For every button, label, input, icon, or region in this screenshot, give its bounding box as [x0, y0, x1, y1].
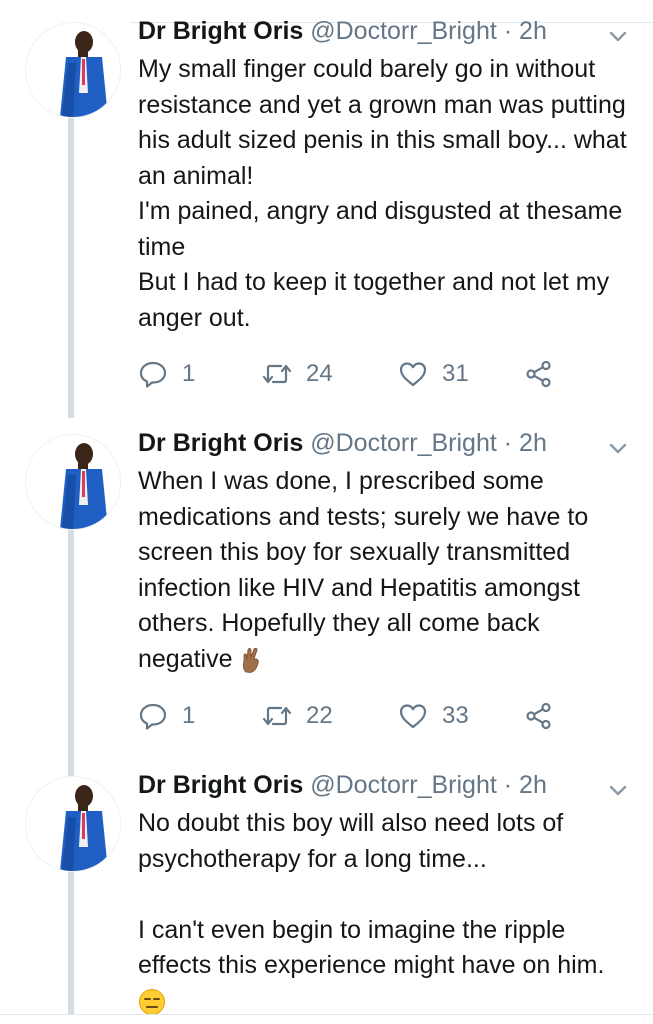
tweet-actions: 1 22 33 [138, 700, 608, 732]
like-icon [399, 704, 427, 729]
separator-dot: · [503, 771, 513, 799]
caret-down-icon[interactable] [605, 436, 631, 460]
avatar-photo [26, 435, 120, 529]
tweet-text: No doubt this boy will also need lots of… [138, 806, 638, 1019]
reply-button[interactable]: 1 [138, 700, 195, 732]
tweet-text-content: When I was done, I prescribed some medic… [138, 467, 589, 673]
tweet-3[interactable]: Dr Bright Oris @Doctorr_Bright · 2h No d… [0, 768, 653, 1015]
author-handle[interactable]: @Doctorr_Bright [310, 771, 497, 799]
reply-button[interactable]: 1 [138, 358, 195, 390]
share-icon [526, 702, 551, 730]
tweet-1[interactable]: Dr Bright Oris @Doctorr_Bright · 2h My s… [0, 14, 653, 418]
retweet-count: 24 [306, 360, 333, 387]
retweet-button[interactable]: 24 [262, 358, 333, 390]
retweet-count: 22 [306, 702, 333, 729]
share-button[interactable] [524, 700, 554, 732]
timestamp[interactable]: 2h [519, 771, 547, 799]
crossed-fingers-emoji [243, 647, 260, 673]
like-icon [399, 362, 427, 387]
like-button[interactable]: 33 [398, 700, 469, 732]
retweet-button[interactable]: 22 [262, 700, 333, 732]
retweet-icon [262, 706, 292, 726]
timestamp[interactable]: 2h [519, 17, 547, 45]
like-button[interactable]: 31 [398, 358, 469, 390]
avatar[interactable] [25, 434, 121, 530]
avatar-photo [26, 777, 120, 871]
tweet-text: When I was done, I prescribed some medic… [138, 464, 638, 677]
bottom-divider [0, 1014, 653, 1015]
reply-count: 1 [182, 702, 196, 729]
separator-dot: · [503, 17, 513, 45]
thread-line [68, 530, 74, 780]
timestamp[interactable]: 2h [519, 429, 547, 457]
retweet-icon [262, 364, 292, 384]
like-count: 33 [442, 702, 469, 729]
avatar[interactable] [25, 776, 121, 872]
tweet-actions: 1 24 31 [138, 358, 608, 390]
author-name[interactable]: Dr Bright Oris [138, 429, 303, 457]
author-handle[interactable]: @Doctorr_Bright [310, 17, 497, 45]
reply-icon [139, 361, 167, 388]
avatar-photo [26, 23, 120, 117]
author-name[interactable]: Dr Bright Oris [138, 17, 303, 45]
reply-count: 1 [182, 360, 196, 387]
author-name[interactable]: Dr Bright Oris [138, 771, 303, 799]
tweet-2[interactable]: Dr Bright Oris @Doctorr_Bright · 2h When… [0, 426, 653, 780]
caret-down-icon[interactable] [605, 24, 631, 48]
tweet-text-content: No doubt this boy will also need lots of… [138, 809, 605, 979]
tweet-header: Dr Bright Oris @Doctorr_Bright · 2h [138, 428, 547, 458]
avatar[interactable] [25, 22, 121, 118]
tweet-header: Dr Bright Oris @Doctorr_Bright · 2h [138, 16, 547, 46]
share-icon [526, 360, 551, 388]
tweet-text: My small finger could barely go in witho… [138, 55, 627, 332]
author-handle[interactable]: @Doctorr_Bright [310, 429, 497, 457]
reply-icon [139, 703, 167, 730]
like-count: 31 [442, 360, 469, 387]
share-button[interactable] [524, 358, 554, 390]
separator-dot: · [503, 429, 513, 457]
thread-line [68, 872, 74, 1014]
caret-down-icon[interactable] [605, 778, 631, 802]
tweet-header: Dr Bright Oris @Doctorr_Bright · 2h [138, 770, 547, 800]
thread-line [68, 118, 74, 418]
expressionless-face-emoji [139, 988, 165, 1015]
